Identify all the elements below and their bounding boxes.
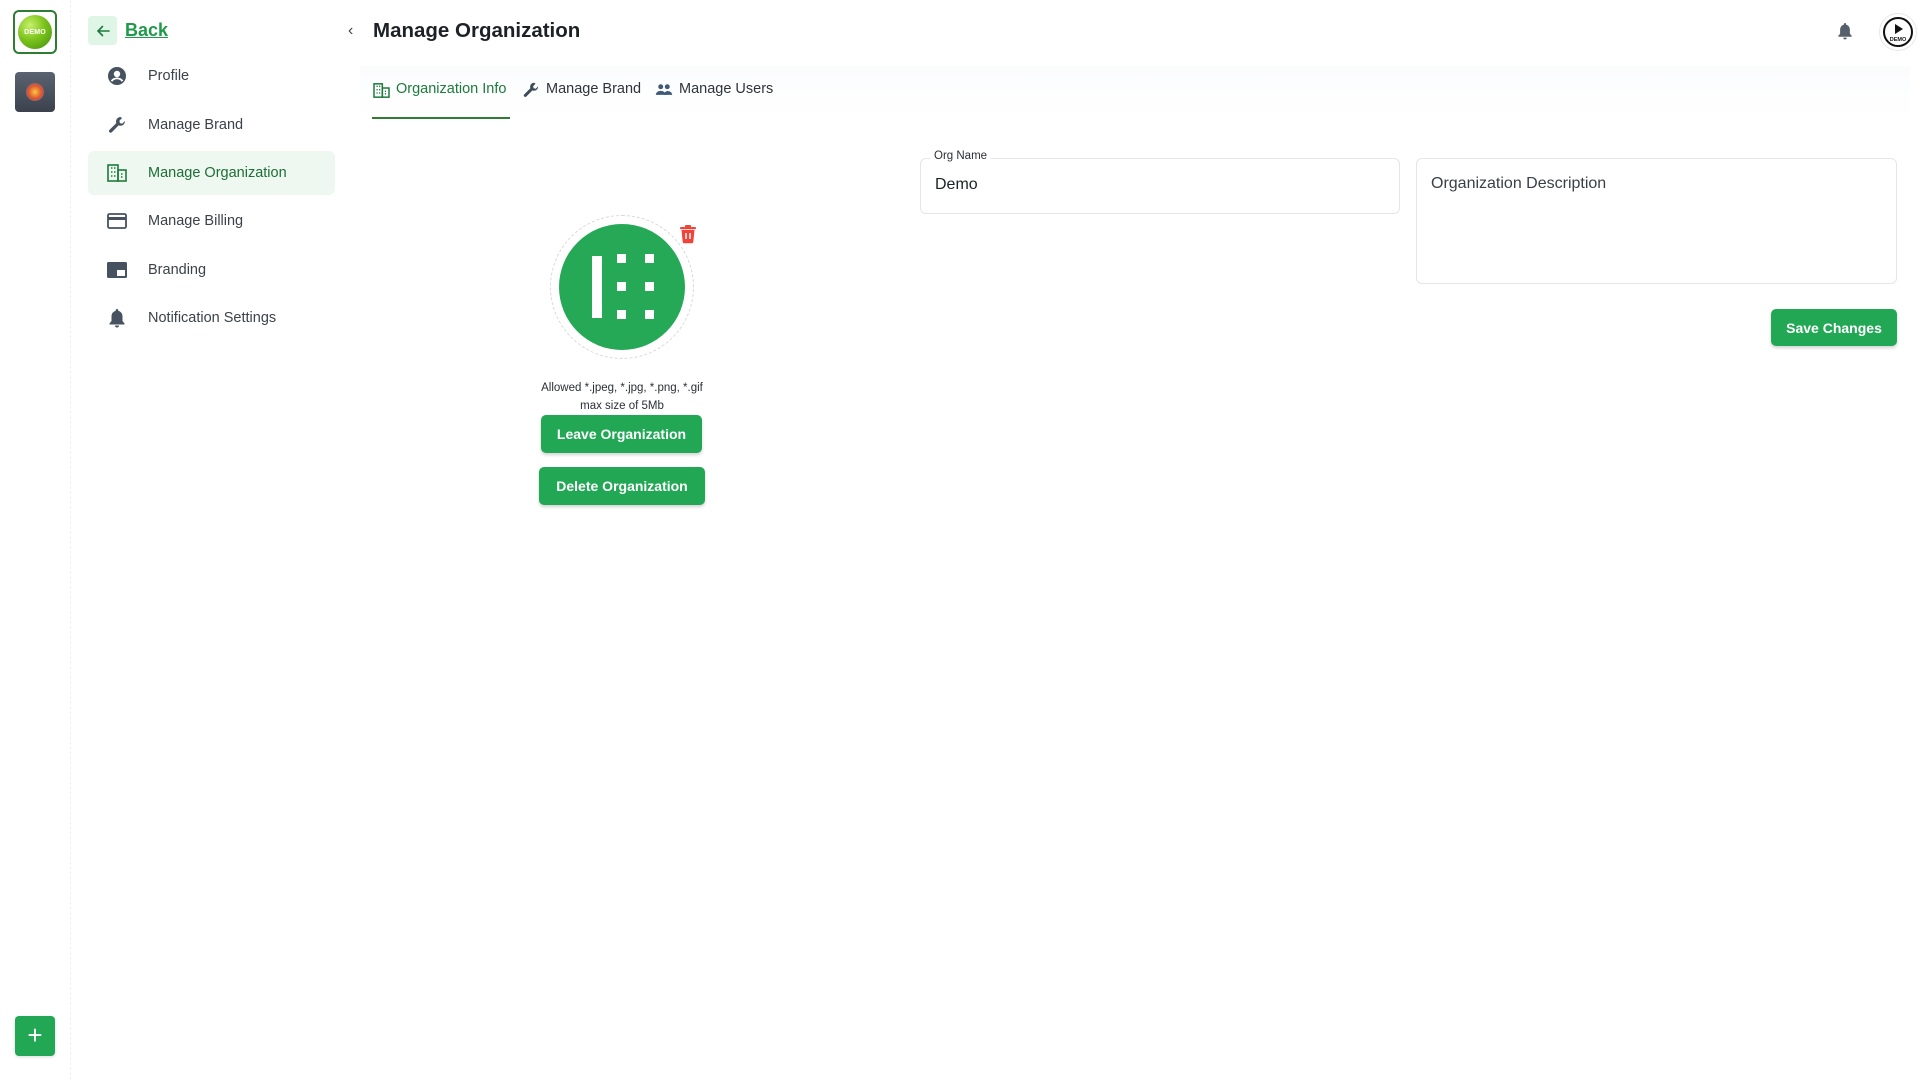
tab-label: Manage Users	[679, 81, 774, 97]
wrench-icon	[522, 81, 540, 99]
org-description-field	[1416, 158, 1897, 284]
demo-logo: DEMO	[18, 15, 52, 49]
sidebar-item-label: Manage Brand	[148, 117, 244, 133]
org-name-input[interactable]	[935, 176, 1375, 194]
sidebar-item-manage-organization[interactable]: Manage Organization	[88, 151, 335, 195]
save-changes-button[interactable]: Save Changes	[1771, 309, 1897, 346]
sidebar-item-manage-brand[interactable]: Manage Brand	[88, 103, 335, 147]
sidebar-item-manage-billing[interactable]: Manage Billing	[88, 199, 335, 243]
avatar-text: DEMO	[1890, 37, 1907, 43]
tab-bar: Organization Info Manage Brand Manage Us…	[360, 66, 1910, 120]
page-title: Manage Organization	[373, 19, 581, 42]
upload-hint-size: max size of 5Mb	[580, 400, 664, 412]
upload-hint-formats: Allowed *.jpeg, *.jpg, *.png, *.gif	[541, 382, 703, 394]
notifications-bell-icon[interactable]	[1837, 21, 1857, 43]
back-label: Back	[125, 20, 169, 40]
logo-glyph-dot	[617, 310, 626, 319]
org-switch-demo[interactable]: DEMO	[13, 10, 57, 54]
sidebar-item-label: Notification Settings	[148, 310, 277, 326]
collapse-sidebar-button[interactable]: ‹	[348, 22, 353, 40]
tab-label: Manage Brand	[546, 81, 642, 97]
tab-manage-brand[interactable]: Manage Brand	[522, 81, 641, 119]
logo-glyph-dot	[645, 310, 654, 319]
building-icon	[106, 162, 128, 184]
branding-window-icon	[106, 259, 128, 281]
sidebar-item-branding[interactable]: Branding	[88, 248, 335, 292]
arrow-left-icon	[88, 16, 117, 45]
sidebar-item-label: Branding	[148, 262, 207, 278]
logo-glyph-dot	[617, 282, 626, 291]
org-switch-second[interactable]	[15, 72, 55, 112]
logo-glyph-bar	[592, 256, 602, 318]
play-demo-icon: DEMO	[1883, 17, 1913, 47]
tab-label: Organization Info	[396, 81, 507, 97]
tab-manage-users[interactable]: Manage Users	[655, 81, 773, 119]
user-circle-icon	[106, 65, 128, 87]
users-icon	[655, 81, 673, 99]
logo-glyph-dot	[645, 282, 654, 291]
logo-glyph-dot	[617, 254, 626, 263]
delete-organization-button[interactable]: Delete Organization	[539, 467, 705, 505]
back-button[interactable]: Back	[88, 16, 168, 45]
org-logo-image	[26, 83, 44, 101]
logo-glyph-dot	[645, 254, 654, 263]
building-icon	[372, 81, 390, 99]
sidebar-item-label: Manage Billing	[148, 213, 244, 229]
sidebar-item-notification-settings[interactable]: Notification Settings	[88, 296, 335, 340]
credit-card-icon	[106, 210, 128, 232]
logo-upload-dropzone[interactable]	[550, 215, 694, 359]
settings-sidebar: Back Profile Manage Brand Manage Organiz…	[72, 0, 352, 1080]
wrench-icon	[106, 114, 128, 136]
tab-organization-info[interactable]: Organization Info	[372, 81, 510, 119]
upload-hint: Allowed *.jpeg, *.jpg, *.png, *.gif max …	[521, 379, 723, 415]
user-avatar-button[interactable]: DEMO	[1879, 13, 1917, 51]
org-name-field: Org Name	[920, 150, 1400, 214]
org-description-input[interactable]	[1431, 175, 1881, 275]
org-name-label: Org Name	[930, 150, 992, 162]
sidebar-item-label: Profile	[148, 68, 190, 84]
org-rail: DEMO +	[0, 0, 71, 1080]
sidebar-item-label: Manage Organization	[148, 165, 287, 181]
leave-organization-button[interactable]: Leave Organization	[541, 415, 702, 453]
organization-logo[interactable]	[559, 224, 685, 350]
add-organization-button[interactable]: +	[15, 1016, 55, 1056]
delete-logo-trash-icon[interactable]	[679, 224, 699, 246]
sidebar-item-profile[interactable]: Profile	[88, 54, 335, 98]
bell-icon	[106, 307, 128, 329]
